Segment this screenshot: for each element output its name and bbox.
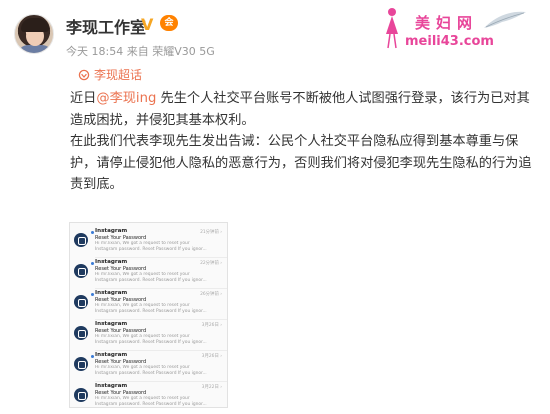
notification-sender: Instagram: [95, 383, 128, 389]
notification-preview-line: Instagram password. Reset Password If yo…: [95, 340, 207, 345]
super-topic-link[interactable]: 李现超话: [78, 66, 142, 83]
notification-preview: Hi mr.lixian, We got a request to reset …: [95, 334, 220, 346]
avatar-hair: [21, 18, 49, 32]
watermark-feather-icon: [484, 11, 526, 28]
unread-dot-icon: [91, 262, 94, 265]
instagram-icon: [74, 264, 88, 278]
mention-link[interactable]: @李现ing: [96, 91, 156, 106]
notification-preview-line: Instagram password. Reset Password If yo…: [95, 371, 207, 376]
notification-sender: Instagram: [95, 321, 128, 327]
notification-preview-line: Instagram password. Reset Password If yo…: [95, 309, 207, 314]
notification-time: 21分钟前 ›: [200, 230, 222, 235]
notification-preview: Hi mr.lixian, We got a request to reset …: [95, 365, 220, 377]
notification-time: 3月26日 ›: [201, 354, 222, 359]
instagram-icon: [74, 295, 88, 309]
avatar-body: [18, 45, 52, 53]
notification-time: 26分钟前 ›: [200, 292, 222, 297]
instagram-icon: [74, 233, 88, 247]
verified-icon: V: [141, 15, 154, 34]
unread-dot-icon: [91, 293, 94, 296]
notification-preview-line: Instagram password. Reset Password If yo…: [95, 247, 207, 252]
watermark-url: meili43.com: [405, 34, 494, 49]
notification-sender: Instagram: [95, 259, 128, 265]
notification-row: Instagram Reset Your Password Hi mr.lixian…: [70, 382, 227, 407]
unread-dot-icon: [91, 231, 94, 234]
notification-row: Instagram Reset Your Password Hi mr.lixian…: [70, 351, 227, 382]
instagram-icon: [74, 357, 88, 371]
notification-sender: Instagram: [95, 228, 128, 234]
notification-time: 22分钟前 ›: [200, 261, 222, 266]
notification-preview: Hi mr.lixian, We got a request to reset …: [95, 272, 220, 284]
watermark-figure-icon: [386, 8, 398, 49]
super-topic-label: 李现超话: [94, 68, 143, 82]
notification-time: 3月22日 ›: [201, 385, 222, 390]
post-intro: 近日: [70, 91, 97, 106]
instagram-icon: [74, 326, 88, 340]
post-meta: 今天 18:54 来自 荣耀V30 5G: [66, 45, 215, 58]
vip-badge-icon[interactable]: 会: [160, 15, 178, 31]
account-name[interactable]: 李现工作室: [66, 14, 146, 38]
instagram-icon: [74, 388, 88, 402]
post-paragraph-2: 在此我们代表李现先生发出告诫：公民个人社交平台隐私应得到基本尊重与保护，请停止侵…: [70, 134, 532, 192]
watermark-title: 美妇网: [415, 14, 479, 32]
notification-sender: Instagram: [95, 352, 128, 358]
notification-preview: Hi mr.lixian, We got a request to reset …: [95, 396, 220, 407]
notification-row: Instagram Reset Your Password Hi mr.lixian…: [70, 289, 227, 320]
notification-time: 3月26日 ›: [201, 323, 222, 328]
notification-preview-line: Instagram password. Reset Password If yo…: [95, 402, 207, 407]
notification-preview: Hi mr.lixian, We got a request to reset …: [95, 303, 220, 315]
notification-row: Instagram Reset Your Password Hi mr.lixian…: [70, 320, 227, 351]
notification-preview-line: Instagram password. Reset Password If yo…: [95, 278, 207, 283]
post-image[interactable]: Instagram Reset Your Password Hi mr.lixian…: [69, 222, 228, 408]
super-topic-icon: [78, 69, 90, 80]
avatar[interactable]: [14, 14, 54, 54]
post-paragraph-1: 近日@李现ing 先生个人社交平台账号不断被他人试图强行登录，该行为已对其造成困…: [70, 88, 538, 131]
post-body: 近日@李现ing 先生个人社交平台账号不断被他人试图强行登录，该行为已对其造成困…: [70, 88, 538, 196]
notification-row: Instagram Reset Your Password Hi mr.lixian…: [70, 227, 227, 258]
notification-row: Instagram Reset Your Password Hi mr.lixian…: [70, 258, 227, 289]
notification-sender: Instagram: [95, 290, 128, 296]
unread-dot-icon: [91, 355, 94, 358]
notification-preview: Hi mr.lixian, We got a request to reset …: [95, 241, 220, 253]
